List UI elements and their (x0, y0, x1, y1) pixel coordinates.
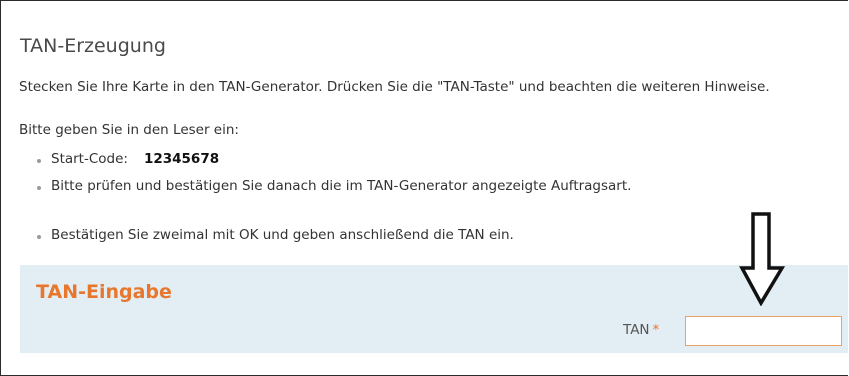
tan-window: TAN-Erzeugung Stecken Sie Ihre Karte in … (0, 0, 848, 376)
required-marker: * (652, 322, 660, 338)
tan-field-label: TAN * (623, 322, 659, 338)
reader-prompt: Bitte geben Sie in den Leser ein: (19, 122, 239, 138)
step-confirm-ok: Bestätigen Sie zweimal mit OK und geben … (37, 227, 514, 243)
section-title: TAN-Erzeugung (20, 35, 166, 57)
tan-entry-title: TAN-Eingabe (36, 281, 172, 303)
tan-entry-panel: TAN-Eingabe TAN * (20, 265, 848, 353)
step-start-code: Start-Code: 12345678 (36, 151, 220, 167)
down-arrow-icon (739, 212, 785, 306)
step-confirm-order-type: Bitte prüfen und bestätigen Sie danach d… (36, 178, 632, 194)
instruction-text: Stecken Sie Ihre Karte in den TAN-Genera… (19, 79, 770, 95)
tan-input[interactable] (685, 316, 842, 346)
start-code-label: Start-Code: (51, 151, 128, 167)
tan-label-text: TAN (623, 322, 650, 338)
start-code-value: 12345678 (143, 151, 220, 167)
